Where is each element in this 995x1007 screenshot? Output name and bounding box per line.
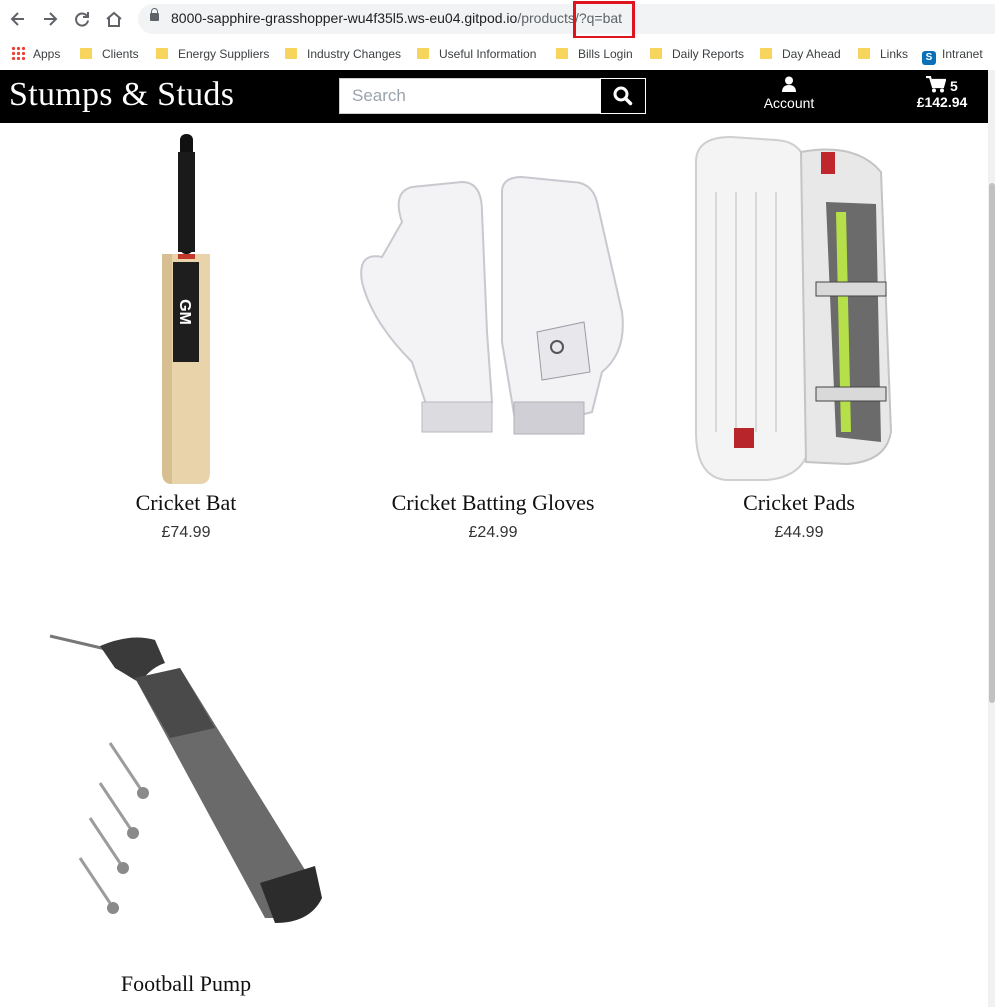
cricket-bat-image: GM [162,134,210,484]
svg-text:GM: GM [176,299,193,325]
cart-icon [926,75,947,93]
bookmark-bills-login[interactable]: Bills Login [556,44,633,64]
bookmark-clients[interactable]: Clients [80,44,139,64]
lock-icon [150,8,159,21]
cart-link[interactable]: 5 £142.94 [910,75,974,110]
address-bar[interactable]: 8000-sapphire-grasshopper-wu4f35l5.ws-eu… [138,4,995,34]
url-text: 8000-sapphire-grasshopper-wu4f35l5.ws-eu… [171,10,623,26]
back-arrow-icon[interactable] [8,9,28,29]
search-button[interactable] [600,78,646,114]
query-highlight-box [573,1,635,39]
bookmark-day-ahead[interactable]: Day Ahead [760,44,841,64]
bookmark-links[interactable]: Links [858,44,908,64]
product-card[interactable]: GM Cricket Bat £74.99 [60,132,312,542]
cart-total: £142.94 [916,94,968,110]
user-icon [782,76,796,92]
browser-toolbar: 8000-sapphire-grasshopper-wu4f35l5.ws-eu… [0,0,995,39]
cart-count: 5 [950,78,958,94]
folder-icon [285,48,297,59]
folder-icon [80,48,92,59]
home-icon[interactable] [104,9,124,29]
product-card[interactable]: Cricket Batting Gloves £24.99 [352,132,634,542]
product-price: £24.99 [468,524,518,541]
product-card[interactable]: Cricket Pads £44.99 [676,132,922,542]
product-name[interactable]: Cricket Bat [60,490,312,516]
sharepoint-icon: S [922,51,936,65]
football-pump-image [49,634,322,923]
folder-icon [650,48,662,59]
bookmark-energy-suppliers[interactable]: Energy Suppliers [156,44,269,64]
search-input[interactable] [339,78,601,114]
search-icon [613,86,633,106]
product-price: £74.99 [161,524,211,541]
apps-grid-icon [11,46,25,60]
product-name[interactable]: Football Pump [40,971,332,997]
folder-icon [556,48,568,59]
reload-icon[interactable] [72,9,92,29]
batting-gloves-image [360,175,624,435]
bookmarks-bar: Apps Clients Energy Suppliers Industry C… [0,38,995,71]
product-name[interactable]: Cricket Pads [676,490,922,516]
bookmark-industry-changes[interactable]: Industry Changes [285,44,401,64]
product-name[interactable]: Cricket Batting Gloves [352,490,634,516]
brand-logo[interactable]: Stumps & Studs [9,76,234,114]
cricket-pads-image [695,135,893,481]
account-link[interactable]: Account [756,76,822,111]
folder-icon [858,48,870,59]
folder-icon [156,48,168,59]
forward-arrow-icon[interactable] [40,9,60,29]
folder-icon [760,48,772,59]
product-price: £44.99 [774,524,824,541]
folder-icon [417,48,429,59]
product-card[interactable]: Football Pump [40,628,332,997]
bookmark-intranet[interactable]: S Intranet [922,44,983,65]
site-header: Stumps & Studs Account 5 £142.94 [0,70,988,123]
scrollbar-thumb[interactable] [989,183,995,703]
bookmark-daily-reports[interactable]: Daily Reports [650,44,744,64]
account-label: Account [763,95,815,111]
bookmark-apps[interactable]: Apps [11,44,60,64]
bookmark-useful-information[interactable]: Useful Information [417,44,536,64]
